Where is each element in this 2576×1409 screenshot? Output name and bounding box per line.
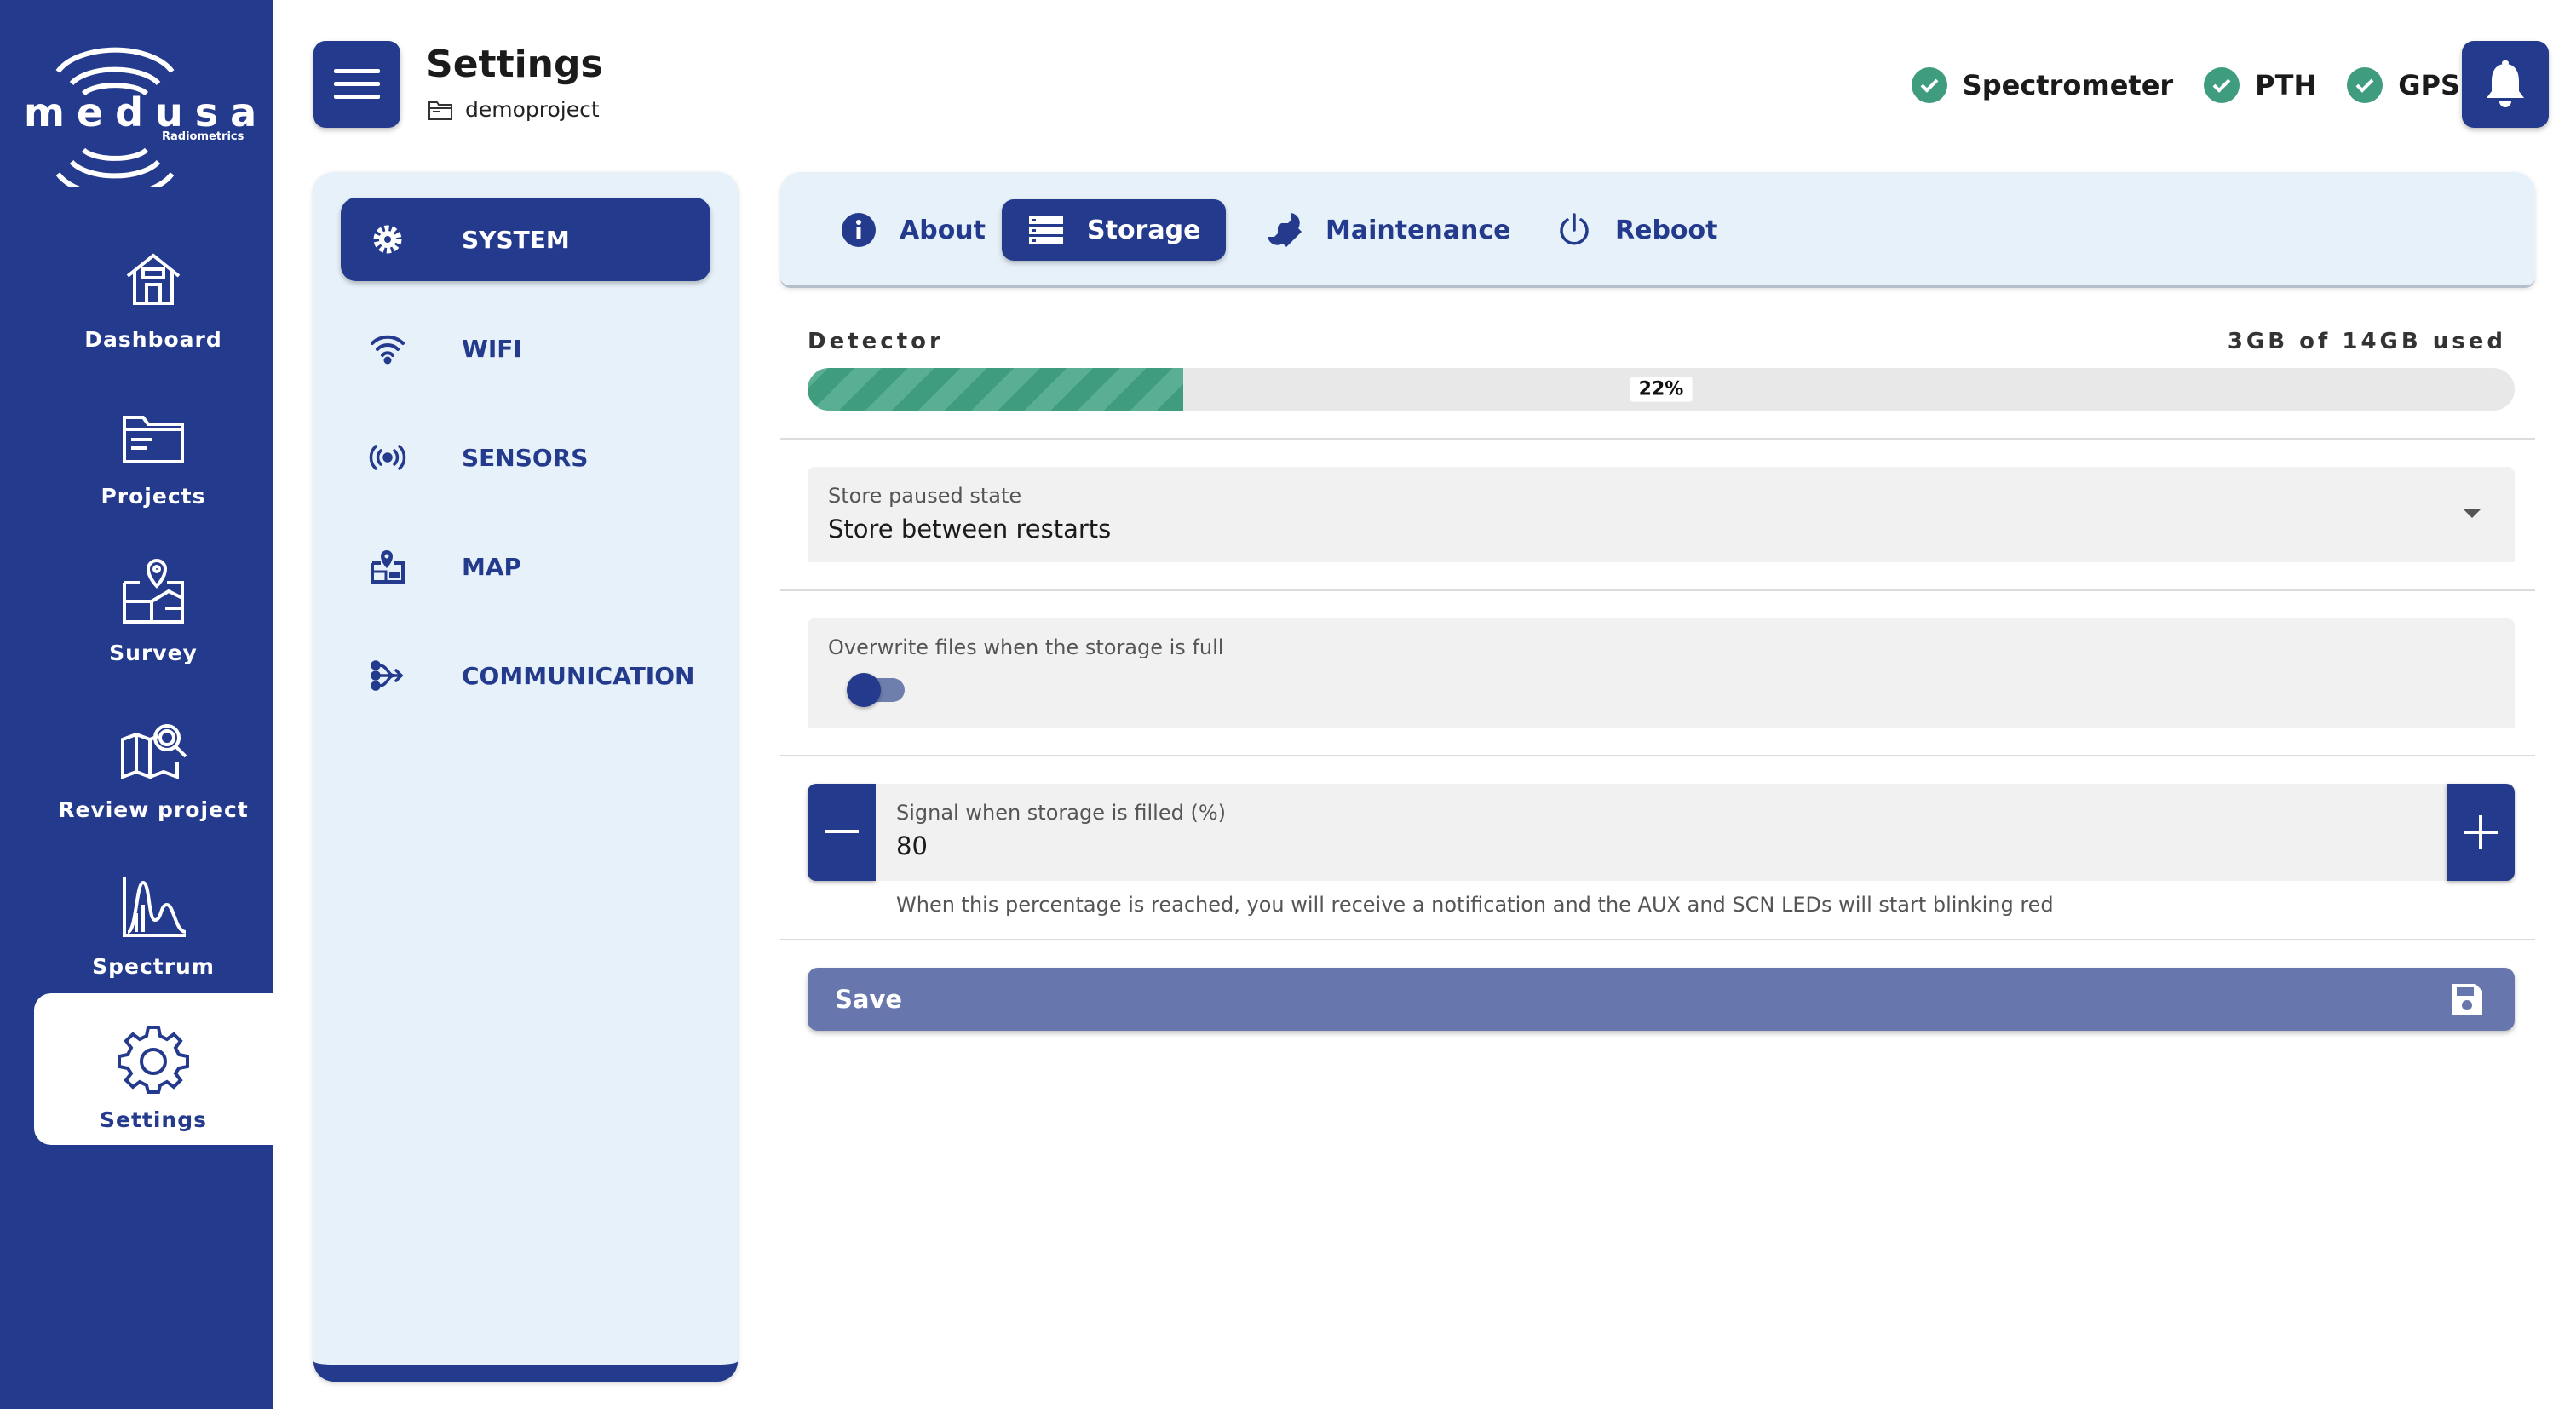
communication-icon [371, 660, 404, 691]
divider [780, 755, 2535, 756]
page-title: Settings [426, 43, 603, 86]
nav-item-spectrum[interactable]: Spectrum [34, 840, 273, 992]
folder-icon [118, 400, 189, 472]
storage-percent: 22% [1630, 377, 1693, 402]
svg-text:Radiometrics: Radiometrics [162, 130, 244, 143]
status-gps: GPS [2347, 67, 2460, 103]
medusa-logo: medusa Radiometrics [17, 34, 256, 198]
bell-icon [2487, 60, 2524, 107]
map-search-icon [118, 714, 189, 785]
nav-label: Settings [99, 1107, 207, 1132]
check-circle-icon [2204, 67, 2240, 103]
storage-progress-bar: 22% [808, 368, 2515, 411]
hamburger-icon [334, 69, 380, 99]
increment-button[interactable] [2447, 784, 2515, 881]
status-label: GPS [2398, 69, 2460, 101]
nav-item-settings[interactable]: Settings [34, 993, 273, 1145]
status-spectrometer: Spectrometer [1911, 67, 2174, 103]
status-label: Spectrometer [1962, 69, 2174, 101]
project-name: demoproject [465, 97, 600, 122]
nav-label: Projects [101, 484, 206, 509]
map-icon [371, 550, 405, 584]
save-button[interactable]: Save [808, 968, 2515, 1031]
nav-item-projects[interactable]: Projects [34, 370, 273, 521]
svg-text:medusa: medusa [24, 89, 256, 135]
category-sensors[interactable]: SENSORS [341, 416, 710, 499]
select-label: Store paused state [828, 484, 1022, 508]
signal-threshold-input[interactable]: Signal when storage is filled (%) 80 [876, 784, 2447, 881]
gear-icon [373, 225, 402, 254]
tab-reboot[interactable]: Reboot [1530, 199, 1743, 261]
chevron-down-icon [2464, 509, 2481, 518]
minus-icon [825, 830, 859, 833]
toggle-label: Overwrite files when the storage is full [828, 635, 1224, 659]
tab-about[interactable]: About [814, 199, 1011, 261]
folder-icon [428, 101, 452, 120]
current-project: demoproject [428, 97, 600, 122]
nav-label: Spectrum [92, 954, 215, 979]
status-label: PTH [2255, 69, 2317, 101]
signal-threshold-stepper: Signal when storage is filled (%) 80 Whe… [780, 784, 2535, 929]
category-map[interactable]: MAP [341, 525, 710, 608]
storage-icon [1029, 216, 1063, 244]
nav-item-survey[interactable]: Survey [34, 526, 273, 678]
save-label: Save [835, 985, 903, 1014]
settings-tabs: About Storage Maintenance Reboot [780, 172, 2535, 288]
info-icon [842, 213, 876, 247]
map-pin-icon [118, 557, 189, 629]
overwrite-files-field: Overwrite files when the storage is full [808, 618, 2515, 728]
detector-label: Detector [808, 329, 944, 354]
divider [780, 438, 2535, 440]
divider [780, 589, 2535, 591]
status-pth: PTH [2204, 67, 2316, 103]
app-sidebar: medusa Radiometrics Dashboard Projects S… [0, 0, 273, 1409]
helper-text: When this percentage is reached, you wil… [896, 893, 2054, 917]
check-circle-icon [2347, 67, 2383, 103]
device-status-bar: Spectrometer PTH GPS [1881, 63, 2460, 107]
spectrum-chart-icon [118, 871, 189, 942]
category-wifi[interactable]: WIFI [341, 307, 710, 390]
tab-maintenance[interactable]: Maintenance [1240, 199, 1537, 261]
divider [780, 939, 2535, 940]
power-icon [1560, 213, 1589, 245]
nav-item-dashboard[interactable]: Dashboard [34, 213, 273, 365]
select-value: Store between restarts [828, 515, 1112, 543]
storage-used-text: 3GB of 14GB used [2227, 329, 2506, 354]
nav-label: Review project [58, 797, 249, 822]
nav-item-review-project[interactable]: Review project [34, 683, 273, 835]
nav-label: Dashboard [84, 327, 222, 352]
category-system[interactable]: SYSTEM [341, 198, 710, 281]
toggle-knob[interactable] [847, 673, 881, 707]
nav-label: Survey [109, 641, 198, 665]
plus-icon [2464, 815, 2498, 849]
wrench-icon [1268, 213, 1302, 247]
sensor-icon [369, 445, 406, 470]
floppy-disk-icon [2452, 984, 2482, 1015]
input-label: Signal when storage is filled (%) [896, 801, 1227, 825]
notifications-button[interactable] [2462, 41, 2549, 128]
check-circle-icon [1911, 67, 1947, 103]
category-communication[interactable]: COMMUNICATION [341, 634, 710, 717]
settings-category-panel: SYSTEM WIFI SENSORS MAP COMMUNICATION [313, 172, 738, 1382]
storage-progress-fill [808, 368, 1183, 411]
wifi-icon [371, 335, 405, 365]
tab-storage[interactable]: Storage [1002, 199, 1227, 261]
menu-button[interactable] [313, 41, 400, 128]
home-icon [118, 244, 189, 315]
gear-icon [118, 1024, 189, 1096]
decrement-button[interactable] [808, 784, 876, 881]
input-value: 80 [896, 831, 928, 860]
store-paused-state-select[interactable]: Store paused state Store between restart… [808, 467, 2515, 562]
